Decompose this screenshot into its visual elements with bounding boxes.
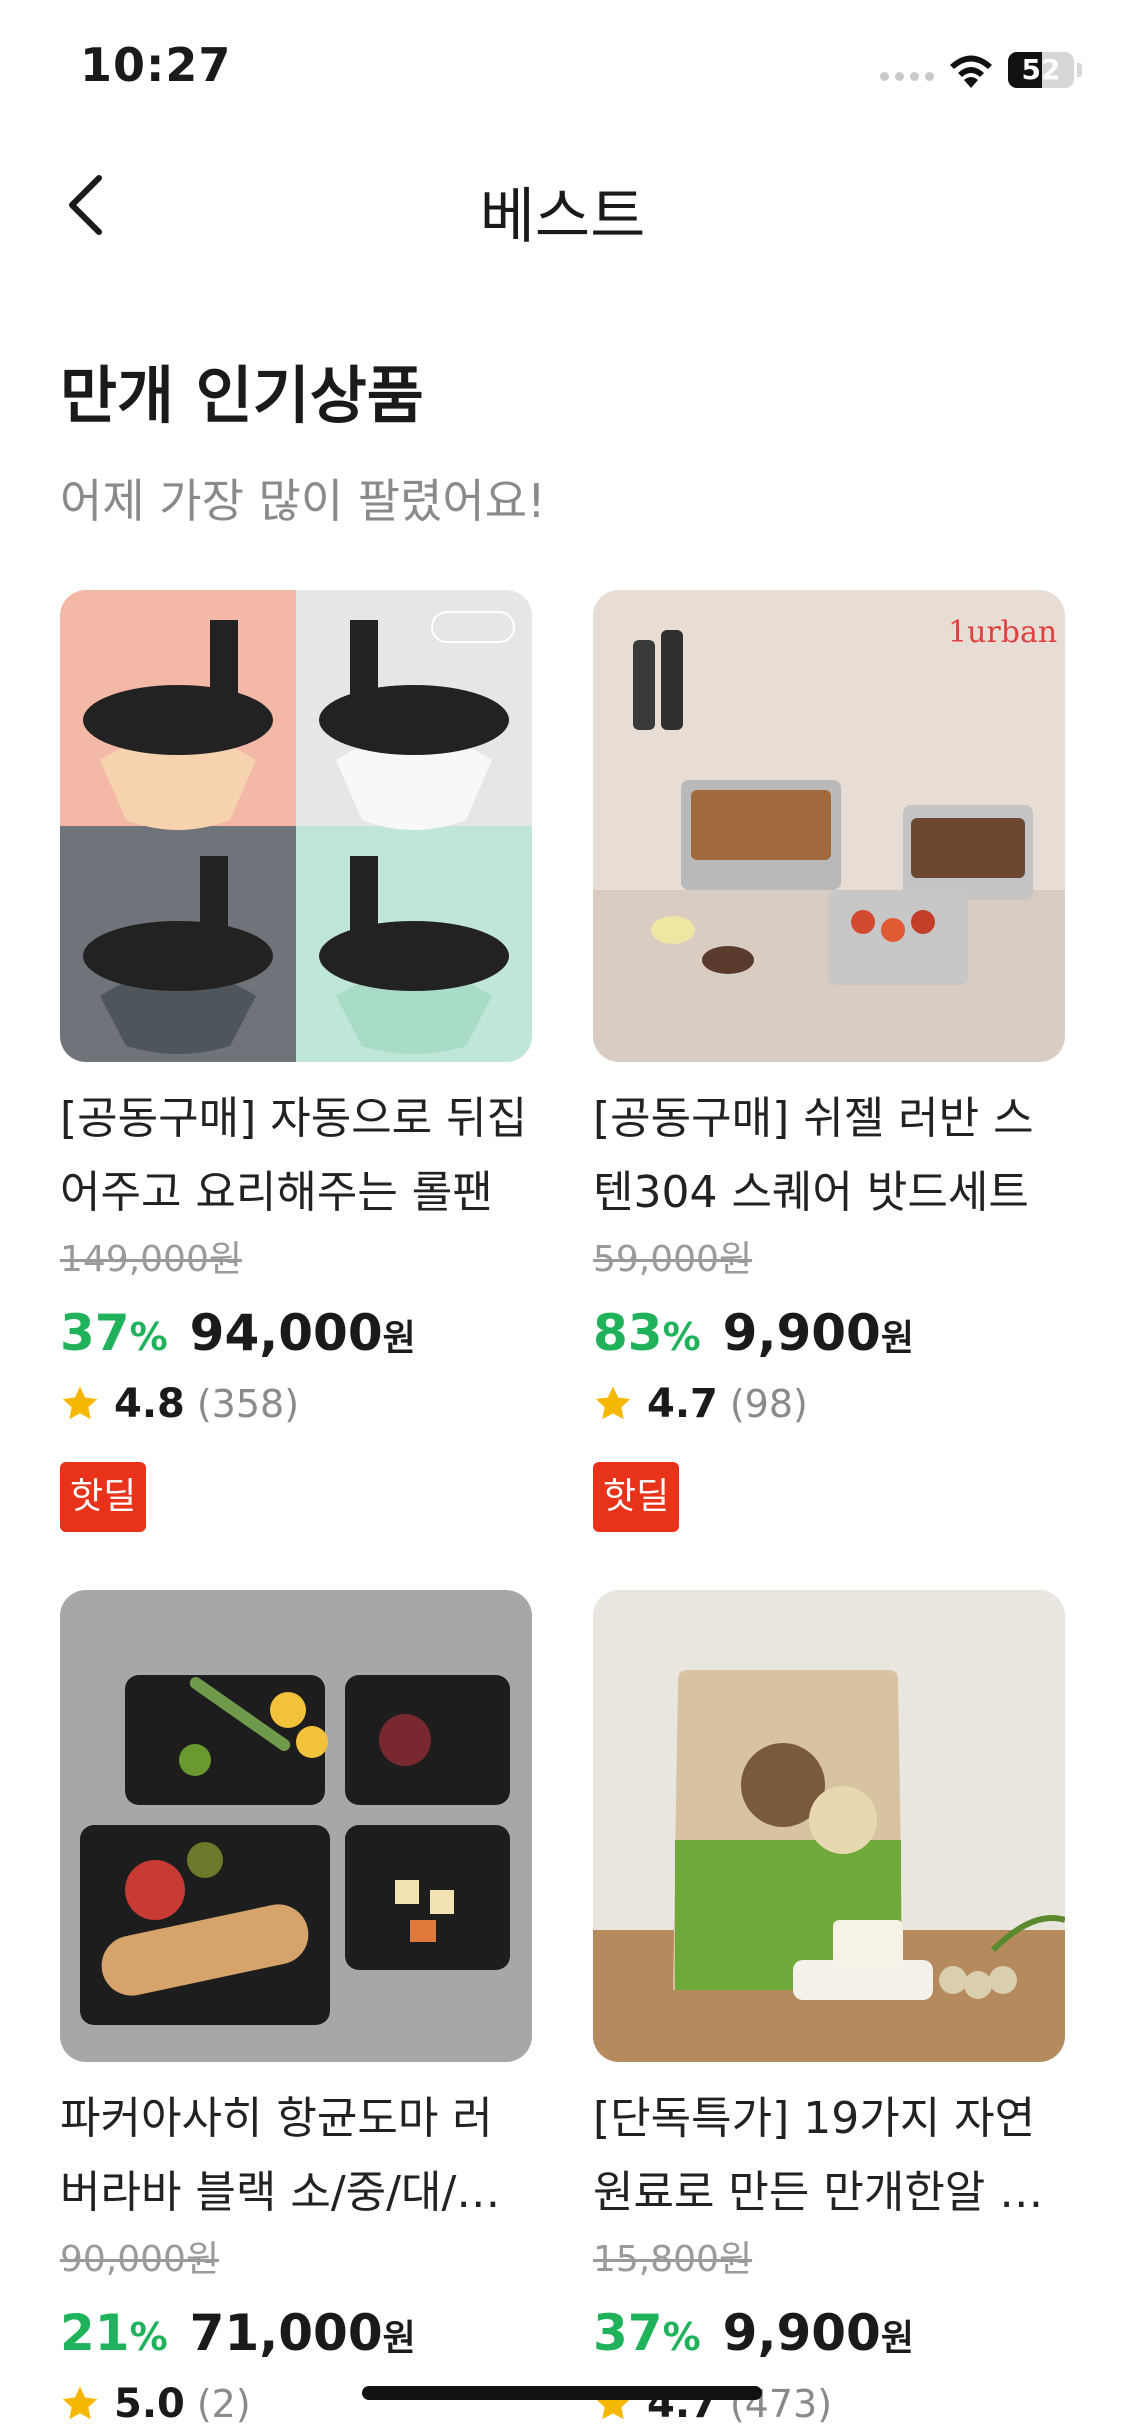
section-subtitle: 어제 가장 많이 팔렸어요! [60,474,546,528]
product-card[interactable]: 파커아사히 항균도마 러버라바 블랙 소/중/대/특대 90,000원 21% … [60,1590,532,2432]
product-card[interactable]: [단독특가] 19가지 자연원료로 만든 만개한알 육수 15,800원 37%… [593,1590,1065,2432]
product-name[interactable]: [공동구매] 자동으로 뒤집어주고 요리해주는 롤팬 [60,1082,532,1230]
price-row: 21% 71,000 원 [60,2304,532,2368]
product-grid: [공동구매] 자동으로 뒤집어주고 요리해주는 롤팬 149,000원 37% … [60,590,1065,2432]
discount-rate: 83 [593,1304,663,1362]
original-price: 90,000원 [60,2239,220,2280]
review-count: (2) [196,2382,251,2426]
review-count: (98) [729,1382,808,1426]
currency-unit: 원 [382,1318,416,1359]
review-count: (358) [196,1382,300,1426]
battery-level: 52 [1021,53,1061,86]
discount-rate: 37 [593,2304,663,2362]
price-row: 83% 9,900 원 [593,1304,1065,1368]
discount-percent-sign: % [662,1315,701,1359]
rating-value: 4.8 [114,1381,185,1427]
hot-deal-badge: 핫딜 [593,1462,680,1532]
svg-text:1urban: 1urban [948,615,1057,650]
status-time: 10:27 [80,38,232,92]
product-card[interactable]: [공동구매] 자동으로 뒤집어주고 요리해주는 롤팬 149,000원 37% … [60,590,532,1532]
home-indicator[interactable] [362,2386,762,2400]
currency-unit: 원 [880,1318,914,1359]
product-name[interactable]: 파커아사히 항균도마 러버라바 블랙 소/중/대/특대 [60,2082,532,2230]
discount-rate: 37 [60,1304,130,1362]
rating-row: 5.0 (2) [60,2376,532,2432]
product-card[interactable]: 1urban [공동구매] 쉬젤 러반 스텐304 스퀘어 밧드세트 59,00… [593,590,1065,1532]
battery-icon: 52 [1008,52,1074,88]
cellular-signal-icon [880,72,934,81]
currency-unit: 원 [382,2318,416,2359]
star-icon [62,2386,98,2420]
sale-price: 9,900 [722,1304,881,1362]
discount-percent-sign: % [129,2315,168,2359]
rating-value: 4.7 [647,1381,718,1427]
original-price: 149,000원 [60,1239,242,1280]
wifi-icon [950,55,992,88]
battery-cap [1077,63,1082,77]
price-row: 37% 9,900 원 [593,2304,1065,2368]
price-row: 37% 94,000 원 [60,1304,532,1368]
sale-price: 94,000 [189,1304,383,1362]
page-title: 베스트 [479,182,646,252]
product-name[interactable]: [단독특가] 19가지 자연원료로 만든 만개한알 육수 [593,2082,1065,2230]
hot-deal-badge: 핫딜 [60,1462,147,1532]
status-bar: 10:27 52 [0,0,1125,140]
sale-price: 9,900 [722,2304,881,2362]
sale-price: 71,000 [189,2304,383,2362]
original-price: 15,800원 [593,2239,753,2280]
rating-row: 4.7 (98) [593,1376,1065,1432]
product-image[interactable] [60,1590,532,2062]
star-icon [595,1386,631,1420]
section-title: 만개 인기상품 [60,359,424,432]
product-image[interactable] [593,1590,1065,2062]
product-name[interactable]: [공동구매] 쉬젤 러반 스텐304 스퀘어 밧드세트 [593,1082,1065,1230]
discount-percent-sign: % [662,2315,701,2359]
rating-row: 4.8 (358) [60,1376,532,1432]
product-image[interactable]: 1urban [593,590,1065,1062]
currency-unit: 원 [880,2318,914,2359]
rating-row: 4.7 (473) [593,2376,1065,2432]
discount-rate: 21 [60,2304,130,2362]
discount-percent-sign: % [129,1315,168,1359]
star-icon [62,1386,98,1420]
navigation-bar: 베스트 [0,150,1125,260]
rating-value: 5.0 [114,2381,185,2427]
original-price: 59,000원 [593,1239,753,1280]
product-image[interactable] [60,590,532,1062]
